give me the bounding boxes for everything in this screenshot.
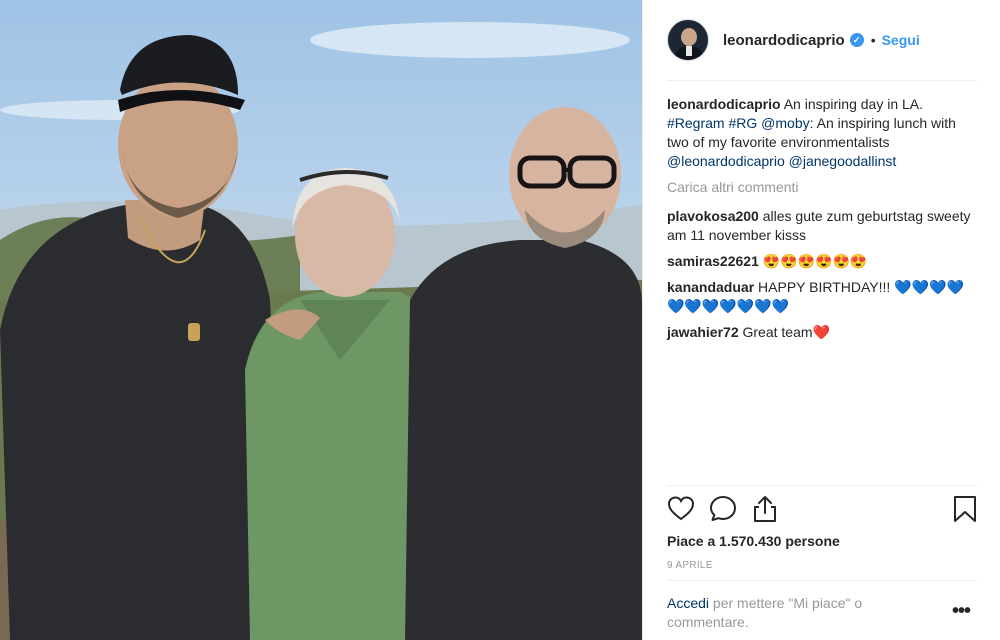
comment-username[interactable]: samiras22621 xyxy=(667,253,759,269)
avatar[interactable] xyxy=(667,19,709,61)
mention-moby[interactable]: @moby xyxy=(761,115,809,131)
post-header: leonardodicaprio ✓ • Segui xyxy=(667,18,977,62)
comment-text: Great team xyxy=(742,324,813,340)
header-separator: • xyxy=(870,32,876,48)
comment-username[interactable]: kanandaduar xyxy=(667,279,754,295)
mention-leonardodicaprio[interactable]: @leonardodicaprio xyxy=(667,153,785,169)
share-upload-icon[interactable] xyxy=(751,494,779,524)
divider xyxy=(667,80,977,81)
comment-text: HAPPY BIRTHDAY!!! xyxy=(758,279,891,295)
list-item: kanandaduar HAPPY BIRTHDAY!!! 💙💙💙💙💙💙💙💙💙💙… xyxy=(667,278,977,316)
mention-janegoodallinst[interactable]: @janegoodallinst xyxy=(789,153,897,169)
caption-username[interactable]: leonardodicaprio xyxy=(667,96,781,112)
login-prompt: Accedi per mettere "Mi piace" o commenta… xyxy=(667,594,917,632)
photo-three-people xyxy=(0,0,642,640)
post-date[interactable]: 9 APRILE xyxy=(667,560,713,571)
speech-bubble-icon[interactable] xyxy=(709,494,737,524)
list-item: jawahier72 Great team❤️ xyxy=(667,323,977,342)
divider xyxy=(667,485,977,486)
bookmark-icon[interactable] xyxy=(951,494,979,524)
hashtag-rg[interactable]: #RG xyxy=(728,115,757,131)
heart-outline-icon[interactable] xyxy=(667,494,695,524)
comment-text: 😍😍😍😍😍😍 xyxy=(762,253,868,269)
list-item: plavokosa200 alles gute zum geburtstag s… xyxy=(667,207,977,245)
hashtag-regram[interactable]: #Regram xyxy=(667,115,725,131)
comment-username[interactable]: plavokosa200 xyxy=(667,208,759,224)
divider xyxy=(667,580,977,581)
comment-username[interactable]: jawahier72 xyxy=(667,324,739,340)
post-photo[interactable] xyxy=(0,0,642,640)
avatar-face xyxy=(681,28,697,46)
comments-list: leonardodicaprio An inspiring day in LA.… xyxy=(667,95,977,349)
caption: leonardodicaprio An inspiring day in LA.… xyxy=(667,95,977,171)
list-item: samiras22621 😍😍😍😍😍😍 xyxy=(667,252,977,271)
avatar-shirt xyxy=(686,46,692,56)
likes-count[interactable]: Piace a 1.570.430 persone xyxy=(667,533,840,549)
verified-badge-icon: ✓ xyxy=(849,33,864,47)
follow-button[interactable]: Segui xyxy=(882,32,920,48)
login-link[interactable]: Accedi xyxy=(667,595,709,611)
caption-text: An inspiring day in LA. xyxy=(783,96,924,112)
more-options-button[interactable]: ••• xyxy=(952,600,971,623)
load-more-comments[interactable]: Carica altri commenti xyxy=(667,178,977,197)
action-bar xyxy=(667,494,979,526)
header-username[interactable]: leonardodicaprio xyxy=(723,32,845,49)
red-heart-icon: ❤️ xyxy=(812,324,830,340)
post-side-panel: leonardodicaprio ✓ • Segui leonardodicap… xyxy=(642,0,1000,640)
